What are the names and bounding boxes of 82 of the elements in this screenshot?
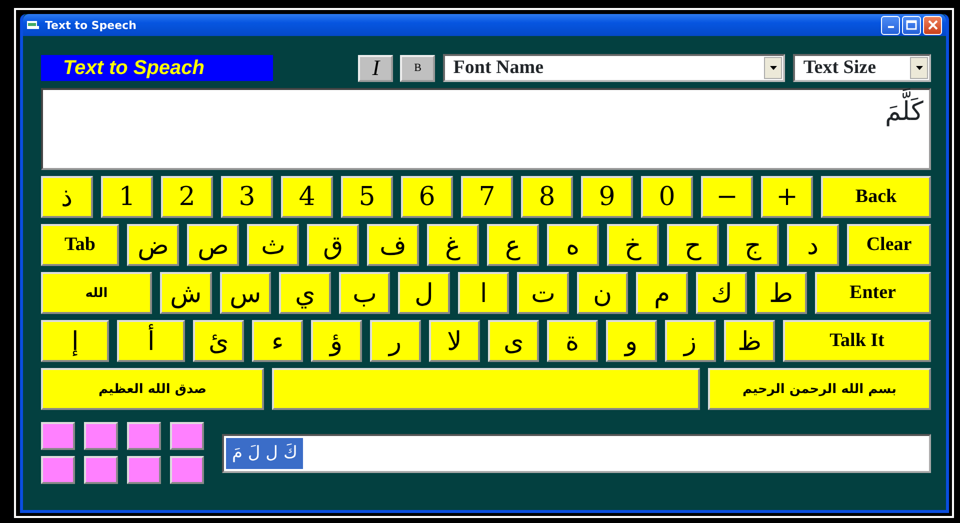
key-button[interactable]: س <box>220 272 271 314</box>
key-button[interactable]: ث <box>247 224 299 266</box>
command-button[interactable]: Clear <box>847 224 931 266</box>
key-button[interactable]: ئ <box>193 320 244 362</box>
key-button[interactable]: 5 <box>341 176 393 218</box>
command-button[interactable]: Enter <box>814 272 931 314</box>
maximize-button[interactable] <box>902 16 921 34</box>
color-swatch-button[interactable] <box>41 422 75 450</box>
color-swatch-button[interactable] <box>170 456 204 484</box>
key-button[interactable]: ى <box>488 320 539 362</box>
command-button[interactable]: Tab <box>41 224 119 266</box>
key-button[interactable]: ف <box>367 224 419 266</box>
key-button[interactable]: ه <box>547 224 599 266</box>
window-title: Text to Speech <box>45 18 136 32</box>
key-button[interactable]: و <box>606 320 657 362</box>
color-swatch-button[interactable] <box>170 422 204 450</box>
key-button[interactable]: ز <box>665 320 716 362</box>
minimize-button[interactable] <box>881 16 900 34</box>
key-button[interactable]: ل <box>398 272 450 314</box>
text-editor[interactable]: كَلَّمَ <box>41 88 931 170</box>
phrase-button[interactable]: بسم الله الرحمن الرحيم <box>708 368 931 410</box>
phrase-button[interactable]: الله <box>41 272 152 314</box>
key-button[interactable]: ص <box>187 224 239 266</box>
command-button[interactable]: Talk It <box>783 320 931 362</box>
color-swatch-button[interactable] <box>84 422 118 450</box>
key-button[interactable]: ي <box>279 272 330 314</box>
key-button[interactable]: ؤ <box>311 320 362 362</box>
key-button[interactable]: أ <box>117 320 185 362</box>
key-button[interactable]: غ <box>427 224 479 266</box>
highlighted-text: كَ ل لَ مَ <box>226 438 304 468</box>
key-button[interactable]: ض <box>127 224 179 266</box>
color-swatch-button[interactable] <box>127 422 161 450</box>
key-button[interactable]: ة <box>547 320 598 362</box>
key-button[interactable]: خ <box>607 224 659 266</box>
maximize-icon <box>906 20 917 30</box>
key-button[interactable]: 3 <box>221 176 273 218</box>
phrase-button[interactable]: صدق الله العظيم <box>41 368 264 410</box>
key-button[interactable]: ط <box>755 272 806 314</box>
key-button[interactable]: ا <box>458 272 509 314</box>
key-button[interactable]: إ <box>41 320 109 362</box>
key-button[interactable]: 7 <box>461 176 513 218</box>
key-button[interactable]: ء <box>252 320 303 362</box>
command-button[interactable]: Back <box>821 176 931 218</box>
key-button[interactable]: لا <box>429 320 480 362</box>
color-swatch-button[interactable] <box>127 456 161 484</box>
bold-button[interactable]: B <box>400 54 436 82</box>
key-button[interactable]: ر <box>370 320 421 362</box>
close-icon <box>928 20 938 30</box>
app-banner: Text to Speach <box>41 55 274 81</box>
space-bar[interactable] <box>272 368 700 410</box>
font-name-dropdown[interactable]: Font Name <box>443 54 786 82</box>
key-button[interactable]: د <box>787 224 839 266</box>
key-button[interactable]: ح <box>667 224 719 266</box>
text-size-dropdown[interactable]: Text Size <box>793 54 932 82</box>
key-button[interactable]: ع <box>487 224 539 266</box>
key-button[interactable]: ظ <box>724 320 775 362</box>
key-button[interactable]: 1 <box>101 176 153 218</box>
key-button[interactable]: 8 <box>521 176 573 218</box>
app-icon <box>27 20 39 30</box>
key-button[interactable]: ش <box>160 272 212 314</box>
key-button[interactable]: 6 <box>401 176 453 218</box>
letters-field[interactable]: كَ ل لَ مَ <box>222 434 931 472</box>
key-button[interactable]: ت <box>517 272 568 314</box>
italic-button[interactable]: I <box>358 54 394 82</box>
key-button[interactable]: ق <box>307 224 359 266</box>
color-swatch-button[interactable] <box>41 456 75 484</box>
key-button[interactable]: 2 <box>161 176 213 218</box>
key-button[interactable]: − <box>701 176 753 218</box>
key-button[interactable]: ب <box>338 272 390 314</box>
key-button[interactable]: 9 <box>581 176 633 218</box>
key-button[interactable]: ذ <box>41 176 93 218</box>
dropdown-value: Text Size <box>803 57 876 79</box>
color-swatch-button[interactable] <box>84 456 118 484</box>
key-button[interactable]: 0 <box>641 176 693 218</box>
key-button[interactable]: م <box>636 272 688 314</box>
key-button[interactable]: ج <box>727 224 779 266</box>
key-button[interactable]: 4 <box>281 176 333 218</box>
key-button[interactable]: ك <box>696 272 747 314</box>
close-button[interactable] <box>923 16 942 34</box>
key-button[interactable]: ن <box>576 272 628 314</box>
key-button[interactable]: + <box>761 176 813 218</box>
dropdown-value: Font Name <box>453 57 544 79</box>
